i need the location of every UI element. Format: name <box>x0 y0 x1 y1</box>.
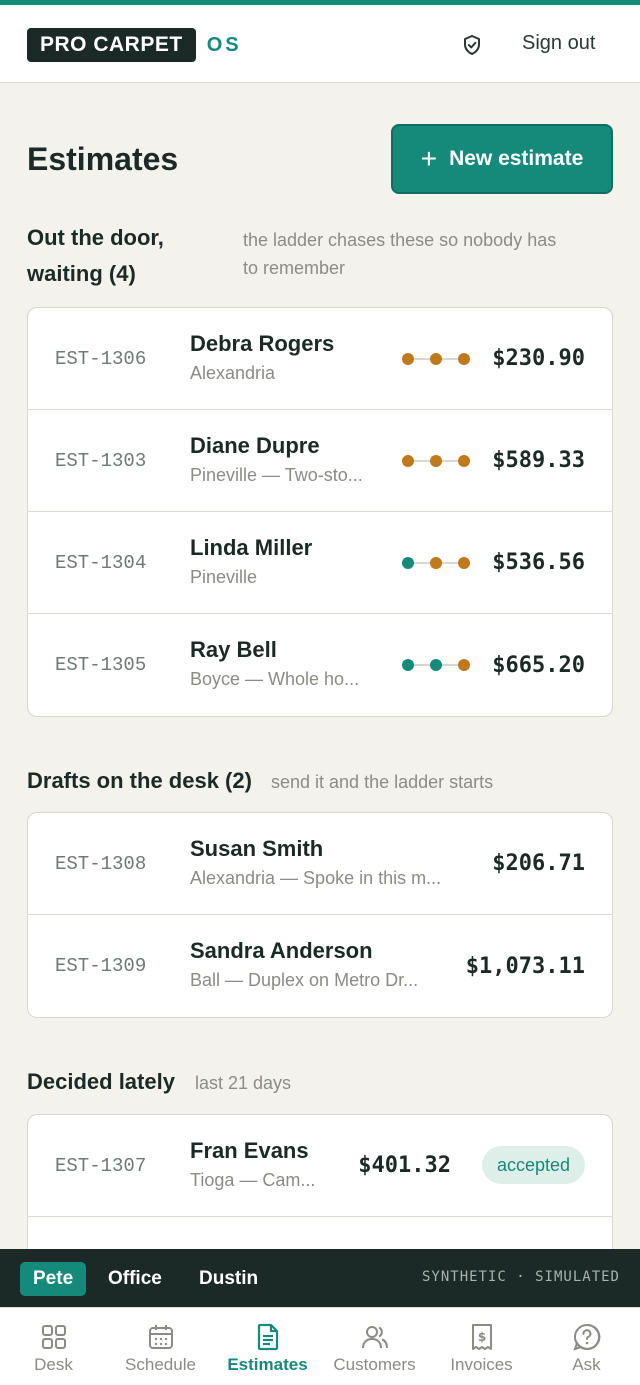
sign-out-button[interactable]: Sign out <box>522 32 595 55</box>
bottom-nav: Desk Schedule Estimates Customers $ Invo… <box>0 1307 640 1385</box>
users-icon <box>361 1326 388 1349</box>
new-estimate-label: New estimate <box>449 147 584 170</box>
ladder-step-dot <box>430 455 442 467</box>
estimate-subtitle: Boyce — Whole ho... <box>190 669 360 689</box>
status-badge: accepted <box>481 1146 585 1184</box>
section-note-decided: last 21 days <box>195 1073 292 1093</box>
estimate-subtitle: Tioga — Cam... <box>190 1170 316 1190</box>
nav-ask[interactable]: Ask <box>533 1308 640 1385</box>
section-title-line: waiting (4) <box>27 261 136 286</box>
estimate-row[interactable]: EST-1308 Susan Smith Alexandria — Spoke in… <box>28 813 612 915</box>
estimate-row[interactable]: EST-1309 Sandra Anderson Ball — Duplex on … <box>28 915 612 1017</box>
nav-label: Desk <box>34 1355 73 1374</box>
nav-label: Ask <box>572 1355 601 1374</box>
estimate-amount: $230.90 <box>492 346 585 371</box>
persona-pete[interactable]: Pete <box>20 1262 87 1296</box>
help-icon <box>572 1323 600 1351</box>
follow-up-ladder <box>402 556 472 570</box>
section-title-line: Out the door, <box>27 225 164 250</box>
ladder-step-dot <box>430 659 442 671</box>
customer-name: Fran Evans <box>190 1138 309 1163</box>
customer-name: Sandra Anderson <box>190 938 373 963</box>
estimate-subtitle: Pineville <box>190 567 258 587</box>
estimate-subtitle: Ball — Duplex on Metro Dr... <box>190 970 419 990</box>
svg-text:$: $ <box>477 1330 485 1344</box>
drafts-list: EST-1308 Susan Smith Alexandria — Spoke in… <box>27 812 613 1018</box>
nav-customers[interactable]: Customers <box>321 1308 428 1385</box>
estimate-amount: $665.20 <box>492 652 585 678</box>
nav-estimates[interactable]: Estimates <box>214 1308 321 1385</box>
estimate-amount: $1,073.11 <box>465 953 585 979</box>
customer-name: Debra Rogers <box>190 331 335 356</box>
estimate-id: EST-1303 <box>55 449 147 472</box>
nav-label: Invoices <box>450 1355 513 1374</box>
logo[interactable]: PRO CARPET OS <box>27 28 242 62</box>
section-title-decided: Decided lately <box>27 1069 175 1094</box>
persona-office[interactable]: Office <box>95 1262 175 1296</box>
document-icon <box>257 1323 278 1351</box>
plus-icon: + <box>420 143 438 174</box>
ladder-step-dot <box>458 557 470 569</box>
follow-up-ladder <box>402 658 472 672</box>
estimate-id: EST-1308 <box>55 852 147 875</box>
customer-name: Susan Smith <box>190 836 324 861</box>
persona-switcher: Pete Office Dustin SYNTHETIC · SIMULATED <box>0 1249 640 1307</box>
new-estimate-button[interactable]: + New estimate <box>391 124 613 194</box>
nav-label: Schedule <box>125 1355 196 1374</box>
nav-schedule[interactable]: Schedule <box>107 1308 214 1385</box>
customer-name: Ray Bell <box>190 637 277 662</box>
nav-invoices[interactable]: $ Invoices <box>428 1308 535 1385</box>
ladder-step-dot <box>458 353 470 365</box>
ladder-step-dot <box>402 353 414 365</box>
receipt-icon: $ <box>471 1324 492 1350</box>
page-title: Estimates <box>27 141 179 177</box>
logo-suffix: OS <box>206 33 242 56</box>
nav-label: Customers <box>333 1355 416 1374</box>
ladder-step-dot <box>458 455 470 467</box>
nav-label: Estimates <box>227 1355 308 1374</box>
ladder-step-dot <box>402 659 414 671</box>
estimate-id: EST-1307 <box>55 1154 147 1177</box>
grid-icon <box>41 1325 66 1349</box>
section-title-drafts: Drafts on the desk (2) <box>27 768 252 793</box>
nav-desk[interactable]: Desk <box>0 1308 107 1385</box>
estimate-amount: $401.32 <box>358 1153 451 1178</box>
follow-up-ladder <box>402 352 472 366</box>
ladder-step-dot <box>402 557 414 569</box>
ladder-step-dot <box>458 659 470 671</box>
section-note-line: to remember <box>243 258 346 278</box>
estimate-amount: $589.33 <box>492 448 585 473</box>
estimate-subtitle: Alexandria <box>190 363 276 383</box>
estimate-row[interactable]: EST-1303 Diane Dupre Pineville — Two-sto..… <box>28 410 612 512</box>
estimate-id: EST-1306 <box>55 347 147 370</box>
follow-up-ladder <box>402 454 472 468</box>
persona-dustin[interactable]: Dustin <box>186 1262 271 1296</box>
out-the-door-list: EST-1306 Debra Rogers Alexandria $230.90 EST… <box>27 307 613 717</box>
customer-name: Diane Dupre <box>190 433 320 458</box>
estimate-row[interactable]: EST-1304 Linda Miller Pineville $536.56 <box>28 512 612 614</box>
estimate-id: EST-1305 <box>55 654 147 676</box>
logo-main: PRO CARPET <box>27 28 196 62</box>
section-note-drafts: send it and the ladder starts <box>271 772 494 792</box>
estimate-row[interactable]: EST-1307 Fran Evans Tioga — Cam... $401.32 a… <box>28 1115 612 1217</box>
estimate-amount: $206.71 <box>492 851 585 876</box>
calendar-icon <box>148 1325 173 1349</box>
section-title-out: Out the door, waiting (4) <box>27 220 164 292</box>
ladder-step-dot <box>402 455 414 467</box>
ladder-step-dot <box>430 557 442 569</box>
ladder-step-dot <box>430 353 442 365</box>
estimate-subtitle: Pineville — Two-sto... <box>190 465 363 485</box>
estimate-id: EST-1304 <box>55 551 147 574</box>
estimate-amount: $536.56 <box>492 550 585 575</box>
app-header: PRO CARPET OS Sign out <box>0 5 640 83</box>
mode-label: SYNTHETIC · SIMULATED <box>421 1269 620 1285</box>
estimate-subtitle: Alexandria — Spoke in this m... <box>190 868 442 888</box>
customer-name: Linda Miller <box>190 535 313 560</box>
estimate-row[interactable]: EST-1305 Ray Bell Boyce — Whole ho... $665.… <box>28 614 612 716</box>
estimate-row[interactable]: EST-1306 Debra Rogers Alexandria $230.90 <box>28 308 612 410</box>
section-note-line: the ladder chases these so nobody has <box>243 230 557 250</box>
shield-icon[interactable] <box>461 33 483 57</box>
section-note-out: the ladder chases these so nobody has to… <box>243 226 556 282</box>
estimate-id: EST-1309 <box>55 955 147 977</box>
